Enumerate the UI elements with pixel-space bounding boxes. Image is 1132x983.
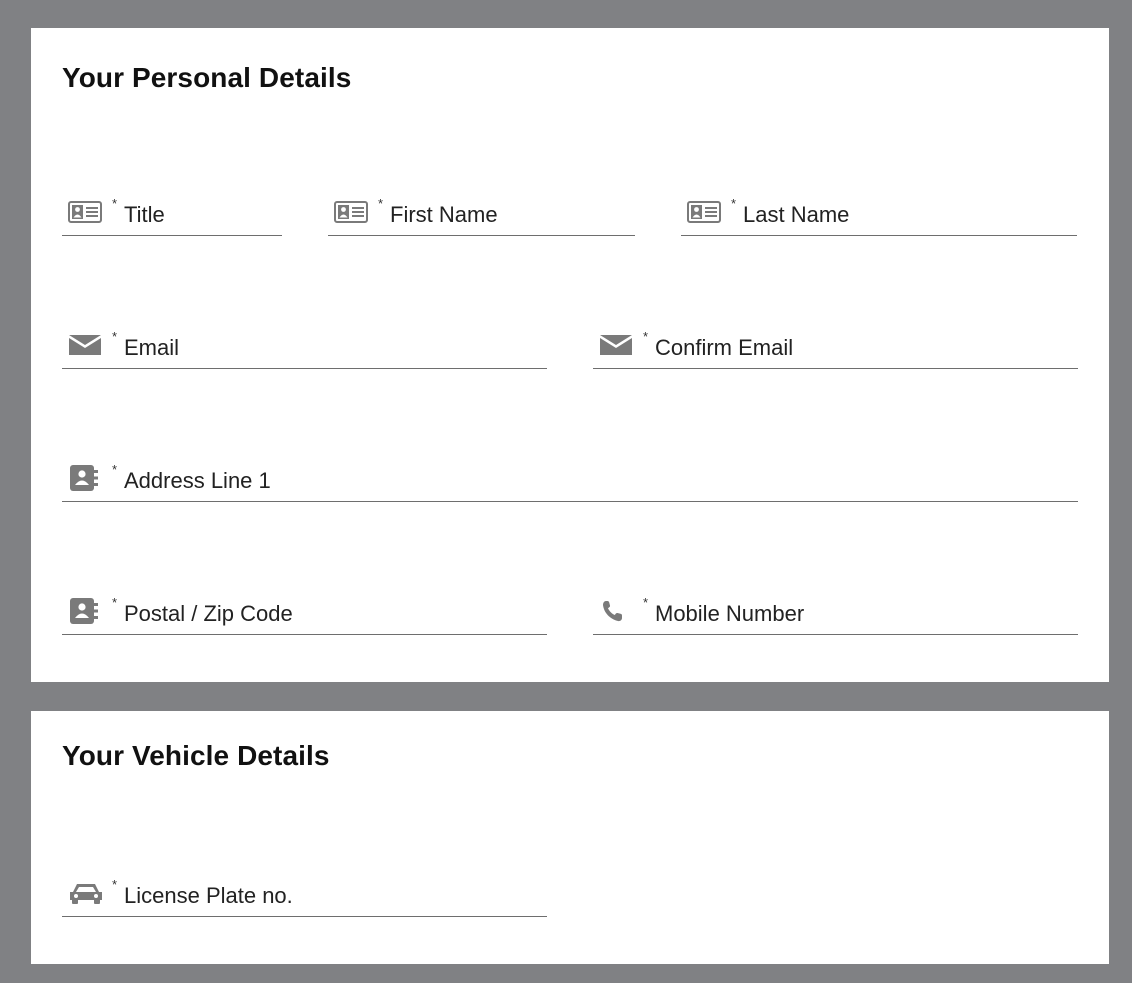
mobile-number-input[interactable] — [593, 595, 1078, 634]
postal-code-field[interactable]: * Postal / Zip Code — [62, 595, 547, 635]
email-input[interactable] — [62, 329, 547, 368]
vehicle-details-card: Your Vehicle Details * License Plate no. — [31, 711, 1109, 964]
license-plate-field[interactable]: * License Plate no. — [62, 877, 547, 917]
license-plate-input[interactable] — [62, 877, 547, 916]
address-line-1-input[interactable] — [62, 462, 1078, 501]
confirm-email-field[interactable]: * Confirm Email — [593, 329, 1078, 369]
personal-details-card: Your Personal Details * Title * First Na… — [31, 28, 1109, 682]
first-name-input[interactable] — [328, 196, 635, 235]
address-line-1-field[interactable]: * Address Line 1 — [62, 462, 1078, 502]
last-name-input[interactable] — [681, 196, 1077, 235]
personal-details-heading: Your Personal Details — [62, 62, 352, 93]
first-name-field[interactable]: * First Name — [328, 196, 635, 236]
vehicle-details-heading: Your Vehicle Details — [62, 740, 330, 771]
mobile-number-field[interactable]: * Mobile Number — [593, 595, 1078, 635]
last-name-field[interactable]: * Last Name — [681, 196, 1077, 236]
postal-code-input[interactable] — [62, 595, 547, 634]
email-field[interactable]: * Email — [62, 329, 547, 369]
confirm-email-input[interactable] — [593, 329, 1078, 368]
title-input[interactable] — [62, 196, 282, 235]
title-field[interactable]: * Title — [62, 196, 282, 236]
